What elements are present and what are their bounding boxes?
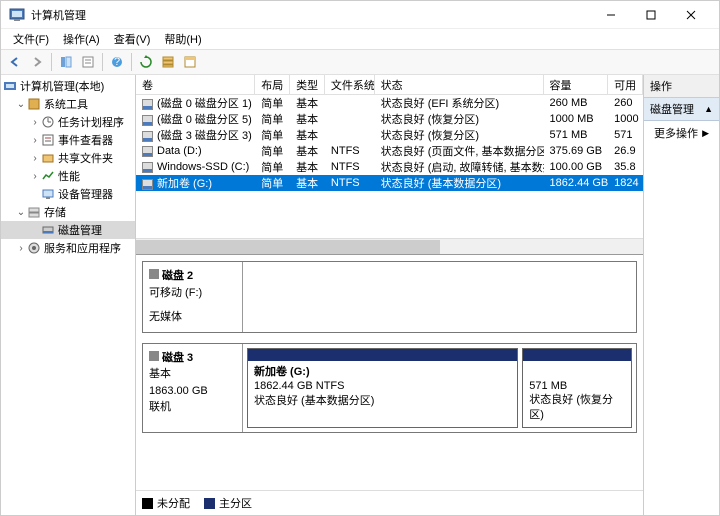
col-fs[interactable]: 文件系统 bbox=[325, 75, 375, 94]
submenu-arrow-icon: ▶ bbox=[702, 128, 709, 139]
svg-text:?: ? bbox=[114, 56, 120, 68]
collapse-icon[interactable]: ⌄ bbox=[15, 99, 27, 110]
tree-pane[interactable]: 计算机管理(本地) ⌄ 系统工具 › 任务计划程序 › 事件查看器 › 共享文件… bbox=[1, 75, 136, 515]
window-controls bbox=[591, 2, 711, 28]
show-hide-button[interactable] bbox=[56, 52, 76, 72]
disk-detail-pane[interactable]: 磁盘 2 可移动 (F:) 无媒体 磁盘 3 基本 1863.00 GB 联机 bbox=[136, 255, 643, 490]
volume-row[interactable]: Data (D:)简单基本NTFS状态良好 (页面文件, 基本数据分区)375.… bbox=[136, 143, 643, 159]
collapse-icon[interactable]: ▲ bbox=[704, 104, 713, 114]
collapse-icon[interactable]: ⌄ bbox=[15, 207, 27, 218]
tree-storage[interactable]: ⌄ 存储 bbox=[1, 203, 135, 221]
volume-row[interactable]: (磁盘 0 磁盘分区 5)简单基本状态良好 (恢复分区)1000 MB1000 bbox=[136, 111, 643, 127]
help-button[interactable]: ? bbox=[107, 52, 127, 72]
menu-action[interactable]: 操作(A) bbox=[57, 29, 106, 49]
legend-primary-swatch bbox=[204, 498, 215, 509]
content-area: 计算机管理(本地) ⌄ 系统工具 › 任务计划程序 › 事件查看器 › 共享文件… bbox=[1, 75, 719, 515]
tree-task-scheduler[interactable]: › 任务计划程序 bbox=[1, 113, 135, 131]
actions-subheader[interactable]: 磁盘管理 ▲ bbox=[644, 98, 719, 121]
forward-button[interactable] bbox=[27, 52, 47, 72]
col-status[interactable]: 状态 bbox=[375, 75, 544, 94]
expand-icon[interactable]: › bbox=[15, 243, 27, 254]
expand-icon[interactable]: › bbox=[29, 135, 41, 146]
minimize-button[interactable] bbox=[591, 2, 631, 28]
actions-header: 操作 bbox=[644, 75, 719, 98]
actions-pane: 操作 磁盘管理 ▲ 更多操作 ▶ bbox=[644, 75, 719, 515]
window-title: 计算机管理 bbox=[31, 7, 591, 23]
disk-2-block[interactable]: 磁盘 2 可移动 (F:) 无媒体 bbox=[142, 261, 637, 333]
expand-icon[interactable]: › bbox=[29, 117, 41, 128]
col-type[interactable]: 类型 bbox=[290, 75, 325, 94]
scroll-thumb[interactable] bbox=[136, 240, 440, 254]
disk-2-nomedia bbox=[243, 262, 636, 332]
disk-3-block[interactable]: 磁盘 3 基本 1863.00 GB 联机 新加卷 (G:) 1862.44 G… bbox=[142, 343, 637, 434]
col-name[interactable]: 卷 bbox=[136, 75, 255, 94]
volume-row[interactable]: Windows-SSD (C:)简单基本NTFS状态良好 (启动, 故障转储, … bbox=[136, 159, 643, 175]
tree-root[interactable]: 计算机管理(本地) bbox=[1, 77, 135, 95]
expand-icon[interactable]: › bbox=[29, 171, 41, 182]
menu-help[interactable]: 帮助(H) bbox=[158, 29, 207, 49]
legend: 未分配 主分区 bbox=[136, 490, 643, 515]
menubar: 文件(F) 操作(A) 查看(V) 帮助(H) bbox=[1, 29, 719, 49]
volume-row[interactable]: (磁盘 3 磁盘分区 3)简单基本状态良好 (恢复分区)571 MB571 bbox=[136, 127, 643, 143]
expand-icon[interactable]: › bbox=[29, 153, 41, 164]
tree-performance[interactable]: › 性能 bbox=[1, 167, 135, 185]
legend-unallocated-label: 未分配 bbox=[157, 495, 190, 511]
disk-3-partitions: 新加卷 (G:) 1862.44 GB NTFS 状态良好 (基本数据分区) 5… bbox=[243, 344, 636, 433]
actions-more[interactable]: 更多操作 ▶ bbox=[644, 121, 719, 145]
col-cap[interactable]: 容量 bbox=[544, 75, 609, 94]
tree-services[interactable]: › 服务和应用程序 bbox=[1, 239, 135, 257]
volume-body[interactable]: (磁盘 0 磁盘分区 1)简单基本状态良好 (EFI 系统分区)260 MB26… bbox=[136, 95, 643, 238]
app-icon bbox=[9, 7, 25, 23]
volume-row[interactable]: 新加卷 (G:)简单基本NTFS状态良好 (基本数据分区)1862.44 GB1… bbox=[136, 175, 643, 191]
volume-list: 卷 布局 类型 文件系统 状态 容量 可用 (磁盘 0 磁盘分区 1)简单基本状… bbox=[136, 75, 643, 255]
legend-unallocated-swatch bbox=[142, 498, 153, 509]
col-layout[interactable]: 布局 bbox=[255, 75, 290, 94]
tree-disk-management[interactable]: 磁盘管理 bbox=[1, 221, 135, 239]
refresh-button[interactable] bbox=[136, 52, 156, 72]
menu-view[interactable]: 查看(V) bbox=[108, 29, 157, 49]
disk-2-info: 磁盘 2 可移动 (F:) 无媒体 bbox=[143, 262, 243, 332]
toolbar: ? bbox=[1, 49, 719, 75]
volume-row[interactable]: (磁盘 0 磁盘分区 1)简单基本状态良好 (EFI 系统分区)260 MB26… bbox=[136, 95, 643, 111]
menu-file[interactable]: 文件(F) bbox=[7, 29, 55, 49]
main-pane: 卷 布局 类型 文件系统 状态 容量 可用 (磁盘 0 磁盘分区 1)简单基本状… bbox=[136, 75, 644, 515]
partition-g[interactable]: 新加卷 (G:) 1862.44 GB NTFS 状态良好 (基本数据分区) bbox=[247, 348, 518, 429]
maximize-button[interactable] bbox=[631, 2, 671, 28]
close-button[interactable] bbox=[671, 2, 711, 28]
titlebar: 计算机管理 bbox=[1, 1, 719, 29]
tree-device-manager[interactable]: 设备管理器 bbox=[1, 185, 135, 203]
disk-3-info: 磁盘 3 基本 1863.00 GB 联机 bbox=[143, 344, 243, 433]
list-view-button[interactable] bbox=[158, 52, 178, 72]
col-avail[interactable]: 可用 bbox=[608, 75, 643, 94]
legend-primary-label: 主分区 bbox=[219, 495, 252, 511]
tree-shared-folders[interactable]: › 共享文件夹 bbox=[1, 149, 135, 167]
horizontal-scrollbar[interactable] bbox=[136, 238, 643, 254]
tree-event-viewer[interactable]: › 事件查看器 bbox=[1, 131, 135, 149]
volume-header: 卷 布局 类型 文件系统 状态 容量 可用 bbox=[136, 75, 643, 95]
partition-recovery[interactable]: 571 MB 状态良好 (恢复分区) bbox=[522, 348, 632, 429]
detail-view-button[interactable] bbox=[180, 52, 200, 72]
properties-button[interactable] bbox=[78, 52, 98, 72]
tree-system-tools[interactable]: ⌄ 系统工具 bbox=[1, 95, 135, 113]
back-button[interactable] bbox=[5, 52, 25, 72]
